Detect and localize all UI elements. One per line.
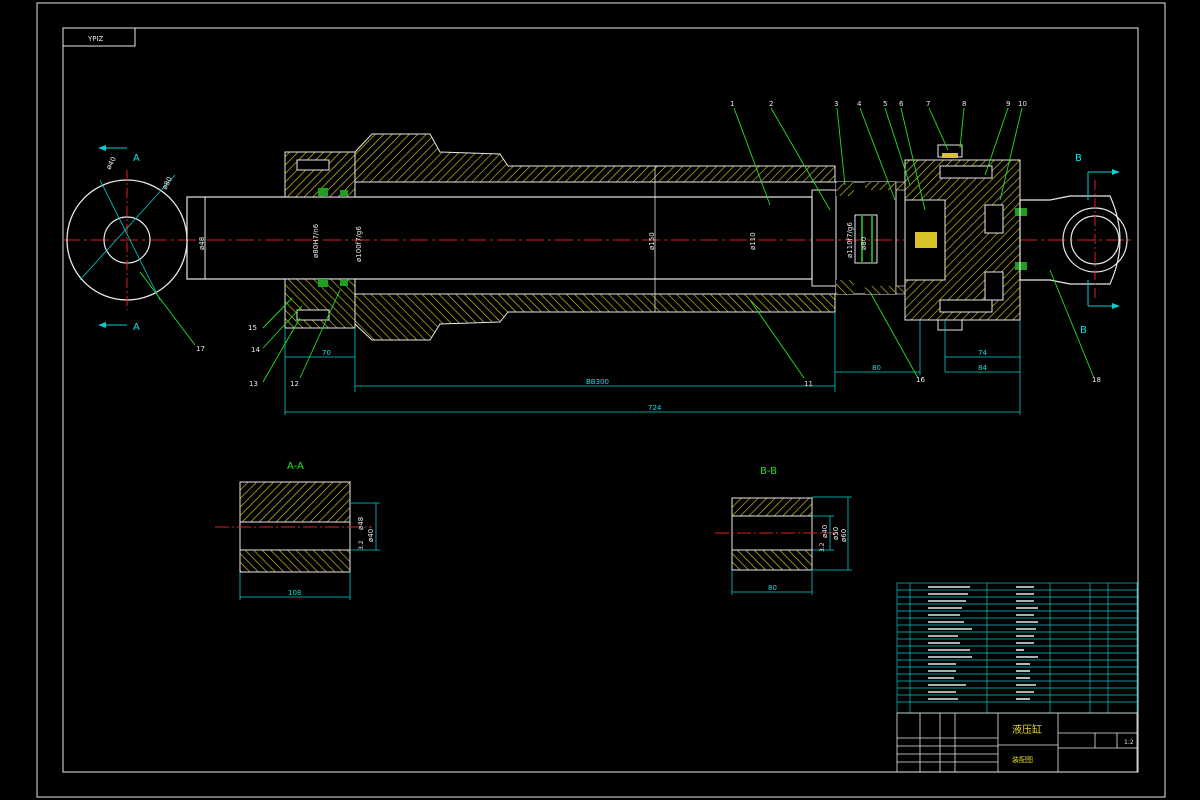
parts-list-table xyxy=(896,582,1138,714)
section-bb-upper xyxy=(731,497,813,517)
callout-11: 11 xyxy=(804,380,813,388)
callout-10: 10 xyxy=(1018,100,1027,108)
piston-rod xyxy=(186,196,813,280)
dim-84: 84 xyxy=(978,364,987,372)
dia-h4: ø80 xyxy=(860,237,868,250)
dim-stroke: BB300 xyxy=(586,378,609,386)
callout-6: 6 xyxy=(899,100,904,108)
section-bb-lower xyxy=(731,549,813,571)
dim-74: 74 xyxy=(978,349,987,357)
section-aa-lower xyxy=(239,549,351,573)
bb-roughness: 3.2 xyxy=(819,542,826,552)
callout-16: 16 xyxy=(916,376,925,384)
callout-18: 18 xyxy=(1092,376,1101,384)
dia-h1: ø100f7/g6 xyxy=(355,226,363,262)
outer-border xyxy=(36,2,1166,798)
callout-7: 7 xyxy=(926,100,930,108)
callout-5: 5 xyxy=(883,100,887,108)
dim-80: 80 xyxy=(872,364,881,372)
dia-bore: ø150 xyxy=(648,232,656,250)
callout-14: 14 xyxy=(251,346,260,354)
callout-17: 17 xyxy=(196,345,205,353)
callout-4: 4 xyxy=(857,100,862,108)
callout-3: 3 xyxy=(834,100,838,108)
barrel-lower-wall xyxy=(354,293,836,341)
inner-frame xyxy=(62,27,1139,773)
dia-rod: ø110 xyxy=(749,232,757,250)
dim-70: 70 xyxy=(322,349,331,357)
title-block-scale: 1:2 xyxy=(1124,739,1134,746)
section-aa-view: A-A 108 ø40 ø48 3.2 xyxy=(215,461,380,600)
callout-8: 8 xyxy=(962,100,966,108)
callout-9: 9 xyxy=(1006,100,1010,108)
title-block-title: 液压缸 xyxy=(1012,723,1042,736)
aa-roughness: 3.2 xyxy=(358,540,365,550)
section-bb-view: B-B 80 ø60 ø50 ø40 3.2 xyxy=(715,466,852,595)
view-letter-b-top: B xyxy=(1075,153,1082,164)
dia-eye-top: ø40 xyxy=(105,156,118,171)
corner-label: YPIZ xyxy=(87,35,104,43)
callout-2: 2 xyxy=(769,100,773,108)
callout-13: 13 xyxy=(249,380,258,388)
section-aa-title: A-A xyxy=(287,461,304,472)
callout-12: 12 xyxy=(290,380,299,388)
dim-overall: 724 xyxy=(648,404,662,412)
cad-drawing-canvas: YPIZ A A B B ø48 ø80H7/n6 ø100f7/g6 ø150… xyxy=(36,2,1166,798)
bb-dia-inner: ø40 xyxy=(821,525,829,538)
title-block-sheet: 装配图 xyxy=(1012,755,1033,764)
dia-rod-eye: ø48 xyxy=(198,237,206,250)
piston xyxy=(811,189,837,287)
barrel-upper-wall xyxy=(354,133,836,183)
bb-width-dim: 80 xyxy=(768,584,777,592)
aa-dia-b: ø48 xyxy=(357,517,365,530)
view-letter-b-bottom: B xyxy=(1080,325,1087,336)
section-aa-upper xyxy=(239,481,351,523)
callout-15: 15 xyxy=(248,324,257,332)
aa-width-dim: 108 xyxy=(288,589,301,597)
dia-h3: ø110f7/g6 xyxy=(846,222,854,258)
view-letter-a-top: A xyxy=(133,153,140,164)
section-bb-title: B-B xyxy=(760,466,777,477)
view-letter-a-bottom: A xyxy=(133,322,140,333)
aa-dia-a: ø40 xyxy=(367,529,375,542)
bb-dia-outer: ø60 xyxy=(840,529,848,542)
main-assembly-view: A A B B ø48 ø80H7/n6 ø100f7/g6 ø150 ø110… xyxy=(62,100,1135,415)
dia-h2: ø80H7/n6 xyxy=(312,223,320,258)
bb-dia-mid: ø50 xyxy=(832,527,840,540)
callout-1: 1 xyxy=(730,100,734,108)
